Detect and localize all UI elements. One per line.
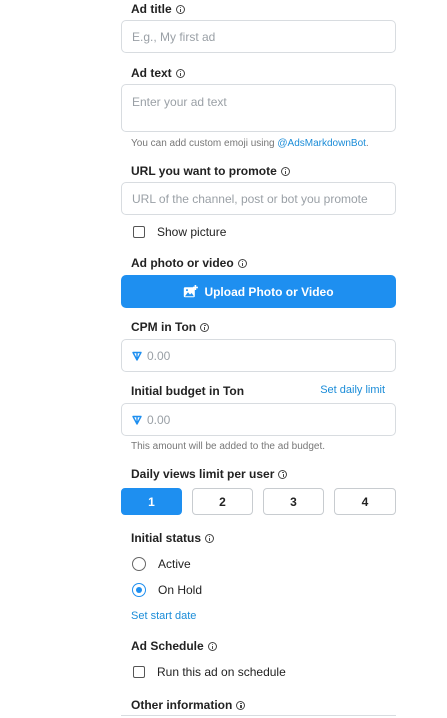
daily-views-option-1[interactable]: 1 (121, 488, 182, 515)
set-start-date-link[interactable]: Set start date (131, 610, 196, 622)
ad-text-input[interactable]: Enter your ad text (121, 84, 396, 132)
active-radio[interactable] (132, 557, 146, 571)
on-hold-radio[interactable] (132, 583, 146, 597)
ton-icon (132, 351, 142, 361)
cpm-input[interactable]: 0.00 (121, 339, 396, 372)
ad-title-input[interactable]: E.g., My first ad (121, 20, 396, 53)
run-on-schedule-label: Run this ad on schedule (157, 665, 286, 679)
ad-schedule-label: Ad Schedule (131, 639, 217, 653)
info-icon[interactable] (280, 166, 290, 176)
run-on-schedule-row[interactable]: Run this ad on schedule (133, 665, 286, 679)
daily-views-label: Daily views limit per user (131, 467, 288, 481)
info-icon[interactable] (236, 700, 246, 710)
info-icon[interactable] (175, 4, 185, 14)
show-picture-label: Show picture (157, 225, 227, 239)
show-picture-checkbox[interactable] (133, 226, 145, 238)
ads-markdown-bot-link[interactable]: @AdsMarkdownBot (277, 138, 366, 149)
info-icon[interactable] (237, 258, 247, 268)
info-icon[interactable] (200, 322, 210, 332)
budget-label: Initial budget in Ton (131, 384, 245, 398)
initial-status-label: Initial status (131, 531, 215, 545)
cpm-placeholder: 0.00 (147, 348, 171, 363)
info-icon[interactable] (278, 469, 288, 479)
budget-input[interactable]: 0.00 (121, 403, 396, 436)
url-label: URL you want to promote (131, 164, 290, 178)
daily-views-option-3[interactable]: 3 (263, 488, 324, 515)
other-information-label: Other information (131, 698, 246, 712)
budget-hint: This amount will be added to the ad budg… (131, 441, 326, 452)
show-picture-row[interactable]: Show picture (133, 225, 226, 239)
ad-title-placeholder: E.g., My first ad (132, 29, 216, 44)
status-option-active[interactable]: Active (132, 557, 191, 571)
status-option-on-hold[interactable]: On Hold (132, 583, 202, 597)
media-label: Ad photo or video (131, 256, 247, 270)
daily-views-option-4[interactable]: 4 (334, 488, 396, 515)
set-daily-limit-link[interactable]: Set daily limit (320, 384, 385, 396)
custom-emoji-hint: You can add custom emoji using @AdsMarkd… (131, 138, 369, 149)
daily-views-option-2[interactable]: 2 (192, 488, 253, 515)
budget-placeholder: 0.00 (147, 412, 171, 427)
add-image-icon (184, 285, 199, 298)
cpm-label: CPM in Ton (131, 320, 210, 334)
ad-text-label: Ad text (131, 66, 185, 80)
ad-title-label: Ad title (131, 2, 185, 16)
url-placeholder: URL of the channel, post or bot you prom… (132, 191, 368, 206)
ad-text-placeholder: Enter your ad text (132, 95, 227, 109)
ton-icon (132, 415, 142, 425)
upload-photo-video-button[interactable]: Upload Photo or Video (121, 275, 396, 308)
info-icon[interactable] (207, 641, 217, 651)
url-input[interactable]: URL of the channel, post or bot you prom… (121, 182, 396, 215)
run-on-schedule-checkbox[interactable] (133, 666, 145, 678)
info-icon[interactable] (175, 68, 185, 78)
info-icon[interactable] (205, 533, 215, 543)
